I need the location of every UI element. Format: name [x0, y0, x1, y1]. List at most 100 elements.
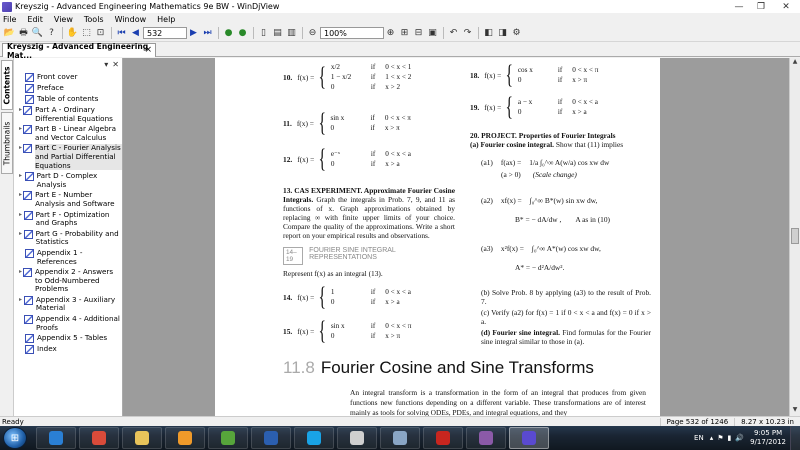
continuous-icon[interactable]: ▤ — [271, 27, 284, 40]
expand-icon[interactable]: ▸ — [19, 268, 22, 277]
close-panel-icon[interactable]: ✕ — [112, 60, 119, 69]
scroll-down-icon[interactable]: ▼ — [790, 406, 800, 416]
print-icon[interactable]: 🖶 — [17, 27, 30, 40]
back-icon[interactable]: ● — [222, 27, 235, 40]
close-button[interactable]: ✕ — [772, 1, 800, 13]
bookmark-icon — [23, 125, 33, 135]
expand-icon[interactable]: ▸ — [19, 106, 22, 115]
toc-item[interactable]: ▸ Part E - Number Analysis and Software — [19, 190, 122, 208]
menu-file[interactable]: File — [3, 15, 16, 24]
page-number-field[interactable]: 532 — [143, 27, 187, 39]
taskbar-app-media-player[interactable] — [165, 427, 205, 449]
zoom-rect-icon[interactable]: ⊡ — [94, 27, 107, 40]
taskbar-app-utorrent[interactable] — [208, 427, 248, 449]
select-tool-icon[interactable]: ⬚ — [80, 27, 93, 40]
taskbar-app-acrobat[interactable] — [423, 427, 463, 449]
expand-icon[interactable]: ▸ — [19, 230, 23, 239]
scroll-thumb[interactable] — [791, 228, 799, 244]
zoom-out-icon[interactable]: ⊖ — [306, 27, 319, 40]
facing-icon[interactable]: ▥ — [285, 27, 298, 40]
flag-icon[interactable]: ⚑ — [717, 434, 723, 442]
menu-help[interactable]: Help — [157, 15, 175, 24]
toc-item[interactable]: Front cover — [19, 72, 122, 82]
toc-item[interactable]: ▸ Part G - Probability and Statistics — [19, 229, 122, 247]
menu-edit[interactable]: Edit — [27, 15, 43, 24]
taskbar-app-folder[interactable] — [337, 427, 377, 449]
fit-width-icon[interactable]: ⊟ — [412, 27, 425, 40]
volume-icon[interactable]: 🔊 — [735, 434, 744, 442]
toc-item[interactable]: ▸ Part A - Ordinary Differential Equation… — [19, 105, 122, 123]
display-mode-icon[interactable]: ◧ — [482, 27, 495, 40]
toc-item[interactable]: ▸ Appendix 2 - Answers to Odd-Numbered Pr… — [19, 267, 122, 294]
expand-icon[interactable]: ▸ — [19, 125, 22, 134]
start-button[interactable]: ⊞ — [3, 427, 27, 449]
window-title: Kreyszig - Advanced Engineering Mathemat… — [15, 2, 280, 11]
bookmark-icon — [23, 229, 33, 239]
side-tab-strip: Contents Thumbnails — [0, 58, 14, 416]
close-tab-icon[interactable]: × — [144, 45, 152, 55]
tab-thumbnails[interactable]: Thumbnails — [1, 112, 13, 174]
taskbar-app-windjview[interactable] — [509, 427, 549, 449]
expand-icon[interactable]: ▸ — [19, 296, 23, 305]
utorrent-icon — [221, 431, 235, 445]
help-icon[interactable]: ? — [45, 27, 58, 40]
toc-item[interactable]: ▸ Appendix 3 - Auxiliary Material — [19, 295, 122, 313]
zoom-in-icon[interactable]: ⊕ — [384, 27, 397, 40]
toc-item[interactable]: Appendix 1 - References — [19, 248, 122, 266]
tray-arrow-icon[interactable]: ▴ — [710, 434, 714, 442]
language-indicator[interactable]: EN — [694, 434, 704, 442]
expand-icon[interactable]: ▸ — [19, 211, 23, 220]
first-page-icon[interactable]: ⏮ — [115, 27, 128, 40]
settings-icon[interactable]: ⚙ — [510, 27, 523, 40]
toc-item-selected[interactable]: ▸ Part C - Fourier Analysis and Partial D… — [19, 144, 122, 171]
tab-contents[interactable]: Contents — [1, 60, 13, 110]
document-page[interactable]: 10. f(x) = { x/2 if 0 < x < 1 1 − x/2 if 1 <… — [215, 58, 660, 416]
toc-item[interactable]: Preface — [19, 83, 122, 93]
network-icon[interactable]: ▮ — [728, 434, 732, 442]
taskbar-app-windows-explorer[interactable] — [122, 427, 162, 449]
toc-item[interactable]: ▸ Part B - Linear Algebra and Vector Calc… — [19, 124, 122, 142]
toc-item[interactable]: Index — [19, 345, 122, 355]
equation-a1: (a1) f(ax) = 1/a ∫₀^∞ A(w/a) cos xw dw (a … — [481, 158, 610, 179]
forward-icon[interactable]: ● — [236, 27, 249, 40]
rotate-left-icon[interactable]: ↶ — [447, 27, 460, 40]
rotate-right-icon[interactable]: ↷ — [461, 27, 474, 40]
taskbar-app-app-window[interactable] — [380, 427, 420, 449]
fit-page-icon[interactable]: ⊞ — [398, 27, 411, 40]
vertical-scrollbar[interactable]: ▲ ▼ — [789, 58, 800, 416]
taskbar-app-internet-explorer[interactable] — [36, 427, 76, 449]
toc-item[interactable]: ▸ Part D - Complex Analysis — [19, 171, 122, 189]
expand-icon[interactable]: ▸ — [19, 144, 22, 153]
hand-tool-icon[interactable]: ✋ — [66, 27, 79, 40]
zoom-field[interactable]: 100% — [320, 27, 384, 39]
show-desktop-button[interactable] — [790, 426, 800, 450]
expand-icon[interactable]: ▸ — [19, 172, 24, 181]
toc-item[interactable]: Appendix 4 - Additional Proofs — [19, 314, 122, 332]
taskbar-app-word[interactable] — [251, 427, 291, 449]
single-page-icon[interactable]: ▯ — [257, 27, 270, 40]
clock[interactable]: 9:05 PM 9/17/2012 — [750, 429, 786, 447]
problem-20-parts: (b) Solve Prob. 8 by applying (a3) to th… — [481, 288, 651, 346]
find-icon[interactable]: 🔍 — [31, 27, 44, 40]
expand-icon[interactable]: ▸ — [19, 191, 22, 200]
taskbar-app-winrar[interactable] — [466, 427, 506, 449]
taskbar-app-skype[interactable] — [294, 427, 334, 449]
next-page-icon[interactable]: ▶ — [187, 27, 200, 40]
taskbar-app-chrome[interactable] — [79, 427, 119, 449]
toc-item[interactable]: ▸ Part F - Optimization and Graphs — [19, 210, 122, 228]
toc-item[interactable]: Table of contents — [19, 94, 122, 104]
prev-page-icon[interactable]: ◀ — [129, 27, 142, 40]
menu-view[interactable]: View — [54, 15, 73, 24]
last-page-icon[interactable]: ⏭ — [201, 27, 214, 40]
document-tab[interactable]: Kreyszig - Advanced Engineering Mat... × — [2, 42, 156, 60]
dropdown-icon[interactable]: ▾ — [104, 60, 108, 69]
minimize-button[interactable]: — — [728, 1, 750, 13]
menu-window[interactable]: Window — [115, 15, 147, 24]
layers-icon[interactable]: ◨ — [496, 27, 509, 40]
open-icon[interactable]: 📂 — [3, 27, 16, 40]
maximize-button[interactable]: ❐ — [750, 1, 772, 13]
menu-tools[interactable]: Tools — [84, 15, 104, 24]
toc-item[interactable]: Appendix 5 - Tables — [19, 334, 122, 344]
actual-size-icon[interactable]: ▣ — [426, 27, 439, 40]
scroll-up-icon[interactable]: ▲ — [790, 58, 800, 68]
